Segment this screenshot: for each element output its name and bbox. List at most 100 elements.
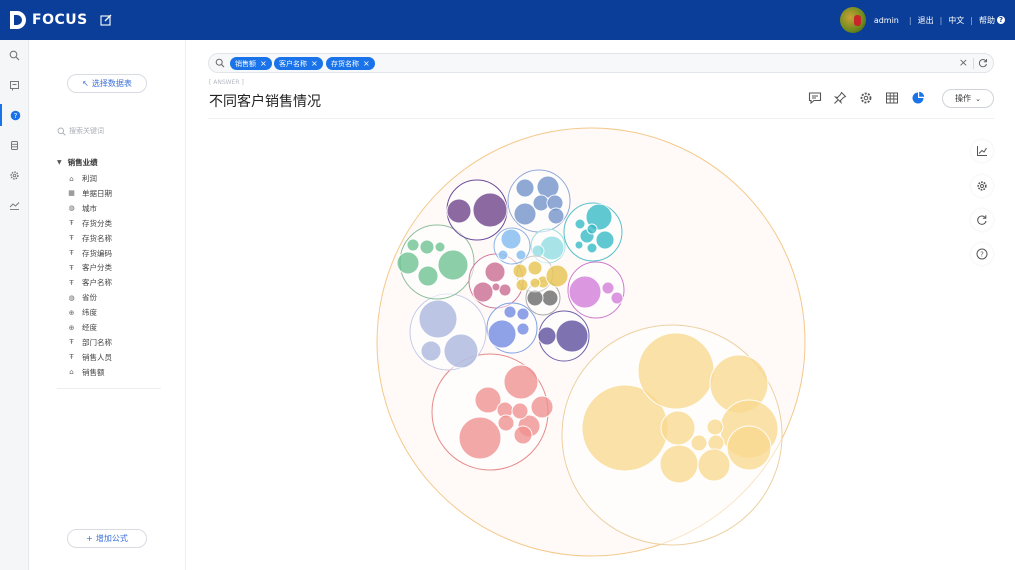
rail-monitor[interactable] bbox=[0, 194, 29, 216]
help-button[interactable]: ? bbox=[971, 243, 993, 265]
leaf-bubble[interactable] bbox=[419, 239, 435, 255]
leaf-bubble[interactable] bbox=[574, 240, 584, 250]
leaf-bubble[interactable] bbox=[706, 418, 724, 436]
leaf-bubble[interactable] bbox=[637, 332, 715, 410]
leaf-bubble[interactable] bbox=[503, 364, 539, 400]
username[interactable]: admin bbox=[874, 16, 899, 25]
leaf-bubble[interactable] bbox=[458, 416, 502, 460]
search-bar[interactable]: 销售额 × 客户名称 × 存货名称 × × bbox=[208, 53, 994, 73]
leaf-bubble[interactable] bbox=[418, 299, 458, 339]
search-chip[interactable]: 客户名称 × bbox=[274, 57, 323, 70]
leaf-bubble[interactable] bbox=[659, 444, 699, 484]
leaf-bubble[interactable] bbox=[513, 202, 537, 226]
field-item[interactable]: ◍ 省份 bbox=[67, 291, 97, 304]
rail-data[interactable] bbox=[0, 134, 29, 156]
leaf-bubble[interactable] bbox=[417, 265, 439, 287]
leaf-bubble[interactable] bbox=[497, 249, 509, 261]
leaf-bubble[interactable] bbox=[547, 207, 565, 225]
rail-search[interactable] bbox=[0, 44, 29, 66]
clear-icon[interactable]: × bbox=[959, 56, 968, 69]
operate-dropdown[interactable]: 操作 ⌄ bbox=[942, 89, 994, 108]
language-switch[interactable]: 中文 bbox=[948, 15, 964, 26]
bubble-chart[interactable] bbox=[208, 122, 968, 568]
leaf-bubble[interactable] bbox=[437, 249, 469, 281]
leaf-bubble[interactable] bbox=[574, 218, 586, 230]
leaf-bubble[interactable] bbox=[545, 264, 569, 288]
leaf-bubble[interactable] bbox=[443, 333, 479, 369]
field-item[interactable]: Ŧ 存货名称 bbox=[67, 232, 112, 245]
leaf-bubble[interactable] bbox=[515, 178, 535, 198]
field-item[interactable]: Ŧ 销售人员 bbox=[67, 351, 112, 364]
leaf-bubble[interactable] bbox=[487, 319, 517, 349]
leaf-bubble[interactable] bbox=[707, 434, 725, 452]
search-chip[interactable]: 存货名称 × bbox=[326, 57, 375, 70]
leaf-bubble[interactable] bbox=[516, 307, 530, 321]
leaf-bubble[interactable] bbox=[610, 291, 624, 305]
add-formula-button[interactable]: + 增加公式 bbox=[67, 529, 147, 548]
leaf-bubble[interactable] bbox=[527, 260, 543, 276]
leaf-bubble[interactable] bbox=[513, 425, 533, 445]
logo[interactable]: FOCUS bbox=[10, 10, 88, 30]
pin-button[interactable] bbox=[832, 90, 848, 106]
field-item[interactable]: Ŧ 存货编码 bbox=[67, 247, 112, 260]
chart-settings-button[interactable] bbox=[971, 175, 993, 197]
rail-pinboard[interactable] bbox=[0, 74, 29, 96]
close-icon[interactable]: × bbox=[363, 59, 370, 68]
keyword-search[interactable]: 搜索关键词 bbox=[57, 124, 157, 138]
field-item[interactable]: Ŧ 部门名称 bbox=[67, 336, 112, 349]
leaf-bubble[interactable] bbox=[511, 402, 529, 420]
axis-button[interactable] bbox=[971, 140, 993, 162]
leaf-bubble[interactable] bbox=[500, 228, 522, 250]
leaf-bubble[interactable] bbox=[690, 434, 708, 452]
leaf-bubble[interactable] bbox=[586, 223, 598, 235]
leaf-bubble[interactable] bbox=[446, 198, 472, 224]
field-item[interactable]: Ŧ 客户名称 bbox=[67, 276, 112, 289]
leaf-bubble[interactable] bbox=[555, 319, 589, 353]
leaf-bubble[interactable] bbox=[503, 305, 517, 319]
leaf-bubble[interactable] bbox=[484, 261, 506, 283]
leaf-bubble[interactable] bbox=[515, 278, 529, 292]
leaf-bubble[interactable] bbox=[531, 244, 545, 258]
avatar[interactable] bbox=[839, 7, 866, 33]
leaf-bubble[interactable] bbox=[472, 281, 494, 303]
field-item[interactable]: ◍ 城市 bbox=[67, 202, 97, 215]
help-link[interactable]: 帮助 bbox=[979, 15, 995, 26]
field-item[interactable]: ⊕ 纬度 bbox=[67, 306, 97, 319]
edit-icon[interactable] bbox=[99, 13, 113, 27]
leaf-bubble[interactable] bbox=[396, 251, 420, 275]
comment-button[interactable] bbox=[807, 90, 823, 106]
leaf-bubble[interactable] bbox=[472, 192, 508, 228]
field-item[interactable]: ▦ 单据日期 bbox=[67, 187, 112, 200]
leaf-bubble[interactable] bbox=[697, 448, 731, 482]
leaf-bubble[interactable] bbox=[537, 326, 557, 346]
table-view-button[interactable] bbox=[884, 90, 900, 106]
leaf-bubble[interactable] bbox=[498, 283, 512, 297]
leaf-bubble[interactable] bbox=[530, 395, 554, 419]
leaf-bubble[interactable] bbox=[529, 277, 541, 289]
refresh-button[interactable] bbox=[971, 209, 993, 231]
search-chip[interactable]: 销售额 × bbox=[230, 57, 272, 70]
leaf-bubble[interactable] bbox=[726, 425, 772, 471]
field-item[interactable]: Ŧ 客户分类 bbox=[67, 261, 112, 274]
field-item[interactable]: ⊕ 经度 bbox=[67, 321, 97, 334]
close-icon[interactable]: × bbox=[311, 59, 318, 68]
leaf-bubble[interactable] bbox=[512, 263, 528, 279]
leaf-bubble[interactable] bbox=[491, 282, 501, 292]
leaf-bubble[interactable] bbox=[406, 238, 420, 252]
leaf-bubble[interactable] bbox=[497, 414, 515, 432]
field-group[interactable]: ▼ 销售业绩 bbox=[57, 157, 98, 168]
close-icon[interactable]: × bbox=[260, 59, 267, 68]
rail-settings[interactable] bbox=[0, 164, 29, 186]
leaf-bubble[interactable] bbox=[516, 322, 530, 336]
refresh-icon[interactable] bbox=[978, 58, 988, 68]
leaf-bubble[interactable] bbox=[595, 230, 615, 250]
leaf-bubble[interactable] bbox=[660, 410, 696, 446]
leaf-bubble[interactable] bbox=[515, 249, 527, 261]
leaf-bubble[interactable] bbox=[434, 241, 446, 253]
help-icon[interactable]: ? bbox=[997, 16, 1005, 24]
leaf-bubble[interactable] bbox=[541, 289, 559, 307]
chart-view-button[interactable] bbox=[910, 90, 926, 106]
field-item[interactable]: ⌂ 利润 bbox=[67, 172, 97, 185]
select-table-button[interactable]: ↖ 选择数据表 bbox=[67, 74, 147, 93]
field-item[interactable]: Ŧ 存货分类 bbox=[67, 217, 112, 230]
